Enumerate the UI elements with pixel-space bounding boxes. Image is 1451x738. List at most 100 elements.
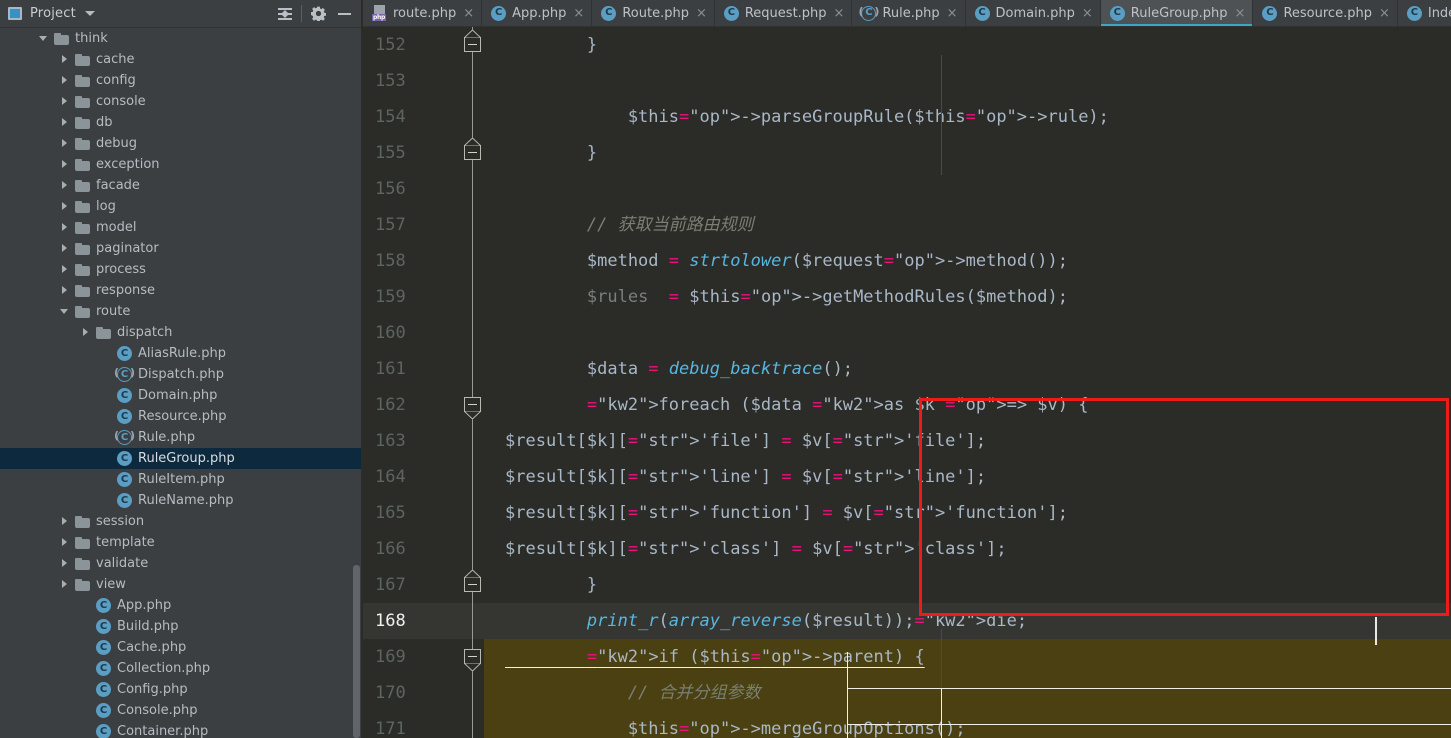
code-editor[interactable]: 152 } 153 154 $this="op">->parseGroupRule… [363,27,1451,738]
close-icon[interactable]: × [573,7,584,20]
editor-tab-resource-php[interactable]: C Resource.php × [1253,0,1398,26]
chevron-down-icon[interactable] [39,33,50,44]
tree-item-aliasrule-php[interactable]: C AliasRule.php [0,343,363,364]
fold-gutter-cell[interactable] [456,423,484,459]
tree-item-domain-php[interactable]: C Domain.php [0,385,363,406]
code-line-row[interactable]: 165 $result[$k][="str">'function'] = $v[=… [363,495,1451,531]
code-fold-marker[interactable] [464,145,481,160]
project-file-tree[interactable]: think cache config console db debug exception f… [0,28,363,738]
chevron-right-icon[interactable] [60,516,71,527]
tree-item-rulename-php[interactable]: C RuleName.php [0,490,363,511]
chevron-right-icon[interactable] [60,537,71,548]
code-line-row[interactable]: 154 $this="op">->parseGroupRule($this="o… [363,99,1451,135]
tree-item-db[interactable]: db [0,112,363,133]
tree-item-console[interactable]: console [0,91,363,112]
collapse-all-button[interactable] [272,1,298,27]
code-fold-marker[interactable] [464,577,481,592]
close-icon[interactable]: × [1235,7,1246,20]
editor-tab-rule-php[interactable]: CRule.php × [852,0,966,26]
hide-panel-button[interactable] [331,1,357,27]
tree-item-dispatch-php[interactable]: CDispatch.php [0,364,363,385]
tree-item-rule-php[interactable]: CRule.php [0,427,363,448]
fold-gutter-cell[interactable] [456,315,484,351]
code-line-row[interactable]: 163 $result[$k][="str">'file'] = $v[="str… [363,423,1451,459]
code-line-row[interactable]: 168 print_r(array_reverse($result));="kw… [363,603,1451,639]
code-line-row[interactable]: 167 } [363,567,1451,603]
chevron-down-icon[interactable] [60,306,71,317]
chevron-right-icon[interactable] [60,75,71,86]
chevron-right-icon[interactable] [60,558,71,569]
fold-gutter-cell[interactable] [456,279,484,315]
code-fold-marker[interactable] [464,37,481,52]
fold-gutter-cell[interactable] [456,171,484,207]
tree-item-think[interactable]: think [0,28,363,49]
fold-gutter-cell[interactable] [456,495,484,531]
code-line-row[interactable]: 159 $rules = $this="op">->getMethodRules… [363,279,1451,315]
chevron-right-icon[interactable] [60,159,71,170]
fold-gutter-cell[interactable] [456,711,484,738]
tree-item-exception[interactable]: exception [0,154,363,175]
tree-item-container-php[interactable]: C Container.php [0,721,363,738]
tree-item-cache-php[interactable]: C Cache.php [0,637,363,658]
editor-tab-request-php[interactable]: C Request.php × [714,0,853,26]
project-panel-scrollbar[interactable] [353,565,360,738]
code-fold-marker[interactable] [464,397,481,412]
chevron-right-icon[interactable] [60,54,71,65]
editor-tab-route-php[interactable]: route.php × [363,0,483,26]
code-line-row[interactable]: 158 $method = strtolower($request="op">-… [363,243,1451,279]
code-fold-marker[interactable] [464,649,481,664]
editor-tab-index-php[interactable]: CIndex.php× [1397,0,1451,26]
chevron-right-icon[interactable] [60,222,71,233]
code-line-row[interactable]: 170 // 合并分组参数 [363,675,1451,711]
fold-gutter-cell[interactable] [456,531,484,567]
tree-item-app-php[interactable]: C App.php [0,595,363,616]
code-line-row[interactable]: 166 $result[$k][="str">'class'] = $v[="st… [363,531,1451,567]
close-icon[interactable]: × [1082,7,1093,20]
tree-item-resource-php[interactable]: C Resource.php [0,406,363,427]
tree-item-view[interactable]: view [0,574,363,595]
close-icon[interactable]: × [463,7,474,20]
editor-tab-rulegroup-php[interactable]: C RuleGroup.php × [1100,0,1254,26]
chevron-right-icon[interactable] [60,264,71,275]
fold-gutter-cell[interactable] [456,99,484,135]
chevron-right-icon[interactable] [60,138,71,149]
tree-item-session[interactable]: session [0,511,363,532]
fold-gutter-cell[interactable] [456,243,484,279]
tree-item-console-php[interactable]: C Console.php [0,700,363,721]
close-icon[interactable]: × [947,7,958,20]
code-line-row[interactable]: 153 [363,63,1451,99]
editor-tab-domain-php[interactable]: C Domain.php × [965,0,1101,26]
close-icon[interactable]: × [834,7,845,20]
chevron-down-icon[interactable] [84,11,95,16]
code-line-row[interactable]: 162 ="kw2">foreach ($data ="kw2">as $k =… [363,387,1451,423]
fold-gutter-cell[interactable] [456,63,484,99]
tree-item-paginator[interactable]: paginator [0,238,363,259]
code-line-row[interactable]: 152 } [363,27,1451,63]
tree-item-rulegroup-php[interactable]: C RuleGroup.php [0,448,363,469]
tree-item-debug[interactable]: debug [0,133,363,154]
code-line-row[interactable]: 157 // 获取当前路由规则 [363,207,1451,243]
chevron-right-icon[interactable] [60,243,71,254]
tree-item-config[interactable]: config [0,70,363,91]
tree-item-process[interactable]: process [0,259,363,280]
chevron-right-icon[interactable] [60,117,71,128]
editor-tab-route-php[interactable]: C Route.php × [592,0,715,26]
chevron-right-icon[interactable] [60,285,71,296]
close-icon[interactable]: × [1379,7,1390,20]
settings-button[interactable] [305,1,331,27]
fold-gutter-cell[interactable] [456,207,484,243]
tree-item-route[interactable]: route [0,301,363,322]
tree-item-model[interactable]: model [0,217,363,238]
fold-gutter-cell[interactable] [456,603,484,639]
code-line-row[interactable]: 156 [363,171,1451,207]
code-line-row[interactable]: 155 } [363,135,1451,171]
fold-gutter-cell[interactable] [456,675,484,711]
tree-item-build-php[interactable]: C Build.php [0,616,363,637]
code-line-row[interactable]: 161 $data = debug_backtrace(); [363,351,1451,387]
tree-item-dispatch[interactable]: dispatch [0,322,363,343]
tree-item-response[interactable]: response [0,280,363,301]
tree-item-log[interactable]: log [0,196,363,217]
editor-tab-app-php[interactable]: C App.php × [482,0,593,26]
fold-gutter-cell[interactable] [456,459,484,495]
code-line-row[interactable]: 169 ="kw2">if ($this="op">->parent) { [363,639,1451,675]
